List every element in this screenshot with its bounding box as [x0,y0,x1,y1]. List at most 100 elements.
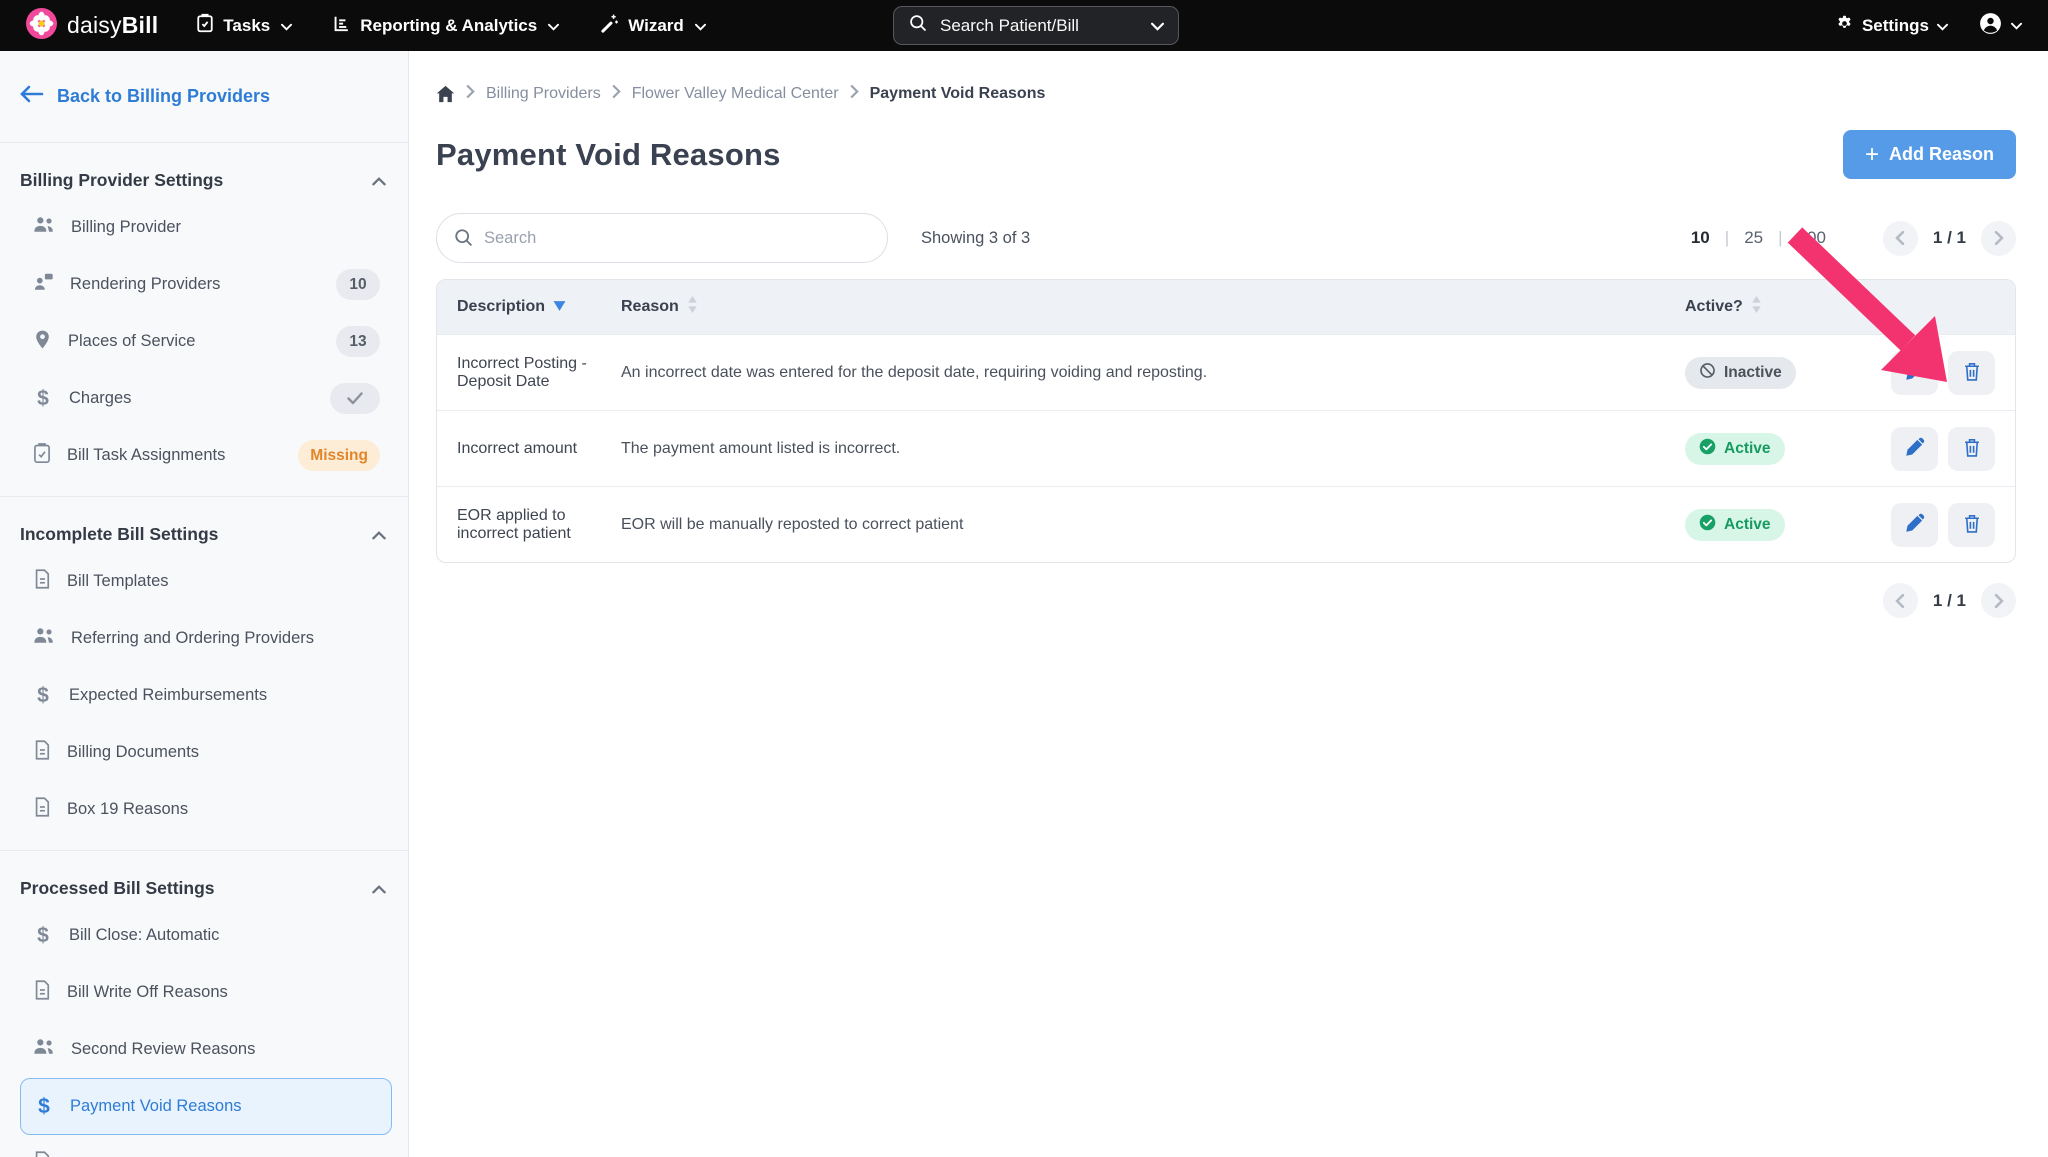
chevron-up-icon[interactable] [372,878,386,899]
sidebar-item-label: Charges [69,389,131,408]
home-icon[interactable] [436,85,455,103]
sidebar-item-second-review-reasons[interactable]: Second Review Reasons [20,1021,392,1078]
breadcrumb-flower-valley[interactable]: Flower Valley Medical Center [632,85,839,103]
delete-button[interactable] [1948,351,1995,395]
sidebar-item-payment-void-reasons[interactable]: $ Payment Void Reasons [20,1078,392,1135]
page-size-25[interactable]: 25 [1744,228,1763,248]
sidebar-item-label: Payment Void Reasons [70,1097,242,1116]
nav-tasks[interactable]: Tasks [196,13,292,38]
sidebar-item-bill-task-assignments[interactable]: Bill Task Assignments Missing [20,427,392,484]
sidebar-item-label: Box 19 Reasons [67,800,188,819]
delete-button[interactable] [1948,427,1995,471]
sidebar-item-billing-provider[interactable]: Billing Provider [20,199,392,256]
page-title: Payment Void Reasons [436,137,781,173]
section-header[interactable]: Billing Provider Settings [20,161,392,199]
back-to-billing-providers-link[interactable]: Back to Billing Providers [0,51,408,143]
delete-button[interactable] [1948,503,1995,547]
sidebar-item-charges[interactable]: $ Charges [20,370,392,427]
table-header: Description Reason Active? [437,280,2015,334]
separator: | [1725,228,1729,248]
sort-desc-icon[interactable] [553,298,566,316]
user-account-menu[interactable] [1978,11,2022,41]
add-reason-button[interactable]: + Add Reason [1843,130,2016,179]
chevron-right-icon [466,85,475,103]
settings-sidebar: Back to Billing Providers Billing Provid… [0,51,409,1157]
reason-cell: An incorrect date was entered for the de… [621,364,1685,382]
edit-button[interactable] [1891,351,1938,395]
sidebar-item-referring-ordering-providers[interactable]: Referring and Ordering Providers [20,610,392,667]
sidebar-item-label: Expected Reimbursements [69,686,267,705]
clipboard-icon [32,442,52,469]
prev-page-button[interactable] [1883,583,1918,618]
breadcrumb-current: Payment Void Reasons [870,85,1046,103]
sidebar-item-clipped[interactable] [20,1135,392,1157]
nav-reporting-analytics[interactable]: Reporting & Analytics [332,14,559,38]
sidebar-item-label: Bill Write Off Reasons [67,983,228,1002]
avatar-icon [1978,11,2003,41]
search-input[interactable] [436,213,888,263]
chevron-up-icon[interactable] [372,524,386,545]
daisy-flower-icon [26,8,57,44]
main-content: Billing Providers Flower Valley Medical … [409,51,2048,1157]
daisybill-logo[interactable]: daisyBill [26,8,158,44]
chevron-up-icon[interactable] [372,170,386,191]
check-badge [330,383,380,414]
sidebar-item-label: Rendering Providers [70,275,220,294]
page-size-100[interactable]: 100 [1798,228,1826,248]
column-description[interactable]: Description [457,298,621,316]
sidebar-item-box-19-reasons[interactable]: Box 19 Reasons [20,781,392,838]
separator: | [1778,228,1782,248]
settings-menu[interactable]: Settings [1835,14,1948,38]
sidebar-item-bill-templates[interactable]: Bill Templates [20,553,392,610]
search-patient-bill-button[interactable]: Search Patient/Bill [893,6,1179,45]
prev-page-button[interactable] [1883,221,1918,256]
section-header[interactable]: Incomplete Bill Settings [20,515,392,553]
status-badge: Active [1685,433,1785,465]
sidebar-item-billing-documents[interactable]: Billing Documents [20,724,392,781]
sort-icon[interactable] [687,296,698,318]
edit-button[interactable] [1891,427,1938,471]
column-active[interactable]: Active? [1685,296,1869,318]
status-badge: Active [1685,509,1785,541]
sidebar-item-label: Bill Close: Automatic [69,926,219,945]
next-page-button[interactable] [1981,583,2016,618]
breadcrumb-billing-providers[interactable]: Billing Providers [486,85,601,103]
add-reason-label: Add Reason [1889,144,1994,165]
users-icon [32,625,56,652]
next-page-button[interactable] [1981,221,2016,256]
sidebar-item-rendering-providers[interactable]: Rendering Providers 10 [20,256,392,313]
table-row: EOR applied to incorrect patient EOR wil… [437,486,2015,562]
pencil-icon [1904,513,1925,537]
sidebar-item-bill-write-off-reasons[interactable]: Bill Write Off Reasons [20,964,392,1021]
count-badge: 13 [336,326,380,357]
count-badge: 10 [336,269,380,300]
trash-icon [1962,437,1982,461]
page-indicator: 1 / 1 [1933,591,1966,611]
brand-name: daisyBill [67,12,158,39]
description-cell: Incorrect Posting - Deposit Date [457,355,621,391]
column-label: Active? [1685,298,1743,316]
status-label: Inactive [1724,364,1782,382]
sidebar-item-expected-reimbursements[interactable]: $ Expected Reimbursements [20,667,392,724]
sidebar-item-bill-close-automatic[interactable]: $ Bill Close: Automatic [20,907,392,964]
document-icon [32,739,52,766]
reporting-icon [332,14,351,38]
section-header[interactable]: Processed Bill Settings [20,869,392,907]
no-entry-icon [1699,362,1716,384]
chevron-down-icon[interactable] [1151,16,1164,36]
section-title: Processed Bill Settings [20,878,215,899]
page-size-10[interactable]: 10 [1691,228,1710,248]
users-icon [32,214,56,241]
check-circle-icon [1699,438,1716,460]
sort-icon[interactable] [1751,296,1762,318]
nav-wizard[interactable]: Wizard [599,13,706,38]
table-row: Incorrect Posting - Deposit Date An inco… [437,334,2015,410]
table-row: Incorrect amount The payment amount list… [437,410,2015,486]
sidebar-item-places-of-service[interactable]: Places of Service 13 [20,313,392,370]
document-icon [32,796,52,823]
sidebar-item-label: Billing Documents [67,743,199,762]
edit-button[interactable] [1891,503,1938,547]
reason-cell: EOR will be manually reposted to correct… [621,516,1685,534]
column-reason[interactable]: Reason [621,296,1685,318]
trash-icon [1962,361,1982,385]
